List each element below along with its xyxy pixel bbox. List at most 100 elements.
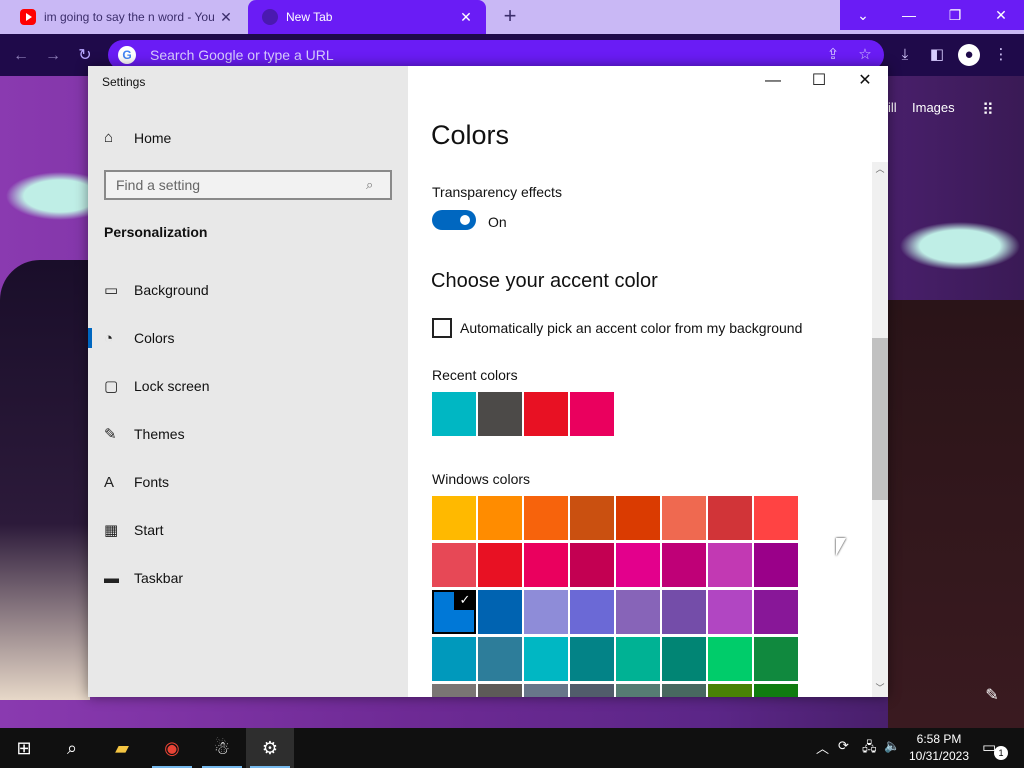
sidebar-item-background[interactable]: ▭ Background <box>88 270 408 310</box>
back-icon[interactable]: ← <box>10 45 32 67</box>
download-icon[interactable]: ⤓ <box>894 44 916 66</box>
sidebar-item-themes[interactable]: ✎ Themes <box>88 414 408 454</box>
windows-color-swatch[interactable] <box>524 684 568 697</box>
minimize-icon[interactable]: — <box>750 66 796 96</box>
scrollbar-thumb[interactable] <box>872 338 888 500</box>
new-tab-button[interactable]: + <box>498 5 522 29</box>
reload-icon[interactable]: ↻ <box>74 45 96 67</box>
windows-color-swatch[interactable] <box>432 543 476 587</box>
windows-color-swatch[interactable] <box>432 684 476 697</box>
windows-color-swatch[interactable] <box>570 496 614 540</box>
windows-color-swatch[interactable] <box>754 684 798 697</box>
windows-color-swatch[interactable] <box>708 590 752 634</box>
close-tab-icon[interactable]: ✕ <box>454 9 478 26</box>
windows-color-swatch[interactable] <box>662 543 706 587</box>
close-tab-icon[interactable]: ✕ <box>214 9 238 26</box>
share-icon[interactable]: ⇪ <box>822 44 844 66</box>
sidebar-item-colors[interactable]: ◔ Colors <box>88 318 408 358</box>
forward-icon[interactable]: → <box>42 45 64 67</box>
windows-color-swatch[interactable] <box>478 590 522 634</box>
windows-color-swatch[interactable] <box>478 684 522 697</box>
images-link[interactable]: Images <box>912 100 955 115</box>
minimize-browser-icon[interactable]: — <box>886 0 932 30</box>
search-icon[interactable]: ⌕ <box>48 728 96 768</box>
taskbar-clock[interactable]: 6:58 PM 10/31/2023 <box>904 731 974 765</box>
home-link[interactable]: ⌂ Home <box>104 129 171 146</box>
windows-color-swatch[interactable] <box>524 543 568 587</box>
network-icon[interactable]: 🖧 <box>862 738 877 760</box>
close-browser-icon[interactable]: ✕ <box>978 0 1024 30</box>
apps-grid-icon[interactable]: ⠿ <box>982 100 994 120</box>
start-button-windows-icon[interactable]: ⊞ <box>0 728 48 768</box>
auto-accent-label[interactable]: Automatically pick an accent color from … <box>460 320 802 336</box>
volume-muted-icon[interactable]: 🔈 <box>884 738 900 754</box>
windows-color-swatch[interactable] <box>662 590 706 634</box>
recent-color-swatch[interactable] <box>570 392 614 436</box>
app-icon[interactable]: ☃ <box>198 728 246 768</box>
sidebar-item-fonts[interactable]: A Fonts <box>88 462 408 502</box>
windows-color-swatch[interactable] <box>616 684 660 697</box>
windows-color-swatch[interactable] <box>754 590 798 634</box>
new-tab-favicon-icon <box>262 9 278 25</box>
windows-color-swatch[interactable] <box>708 496 752 540</box>
windows-color-swatch[interactable]: ✓ <box>432 590 476 634</box>
scroll-down-icon[interactable]: ﹀ <box>872 681 888 695</box>
side-panel-icon[interactable]: ◧ <box>926 44 948 66</box>
windows-color-swatch[interactable] <box>570 543 614 587</box>
customize-pen-icon[interactable]: ✎ <box>980 684 1004 708</box>
bookmark-star-icon[interactable]: ☆ <box>854 44 876 66</box>
windows-color-swatch[interactable] <box>478 543 522 587</box>
close-icon[interactable]: ✕ <box>842 66 888 96</box>
auto-accent-checkbox[interactable] <box>432 318 452 338</box>
transparency-toggle[interactable] <box>432 210 476 230</box>
windows-color-swatch[interactable] <box>616 590 660 634</box>
windows-color-swatch[interactable] <box>432 496 476 540</box>
settings-gear-icon[interactable]: ⚙ <box>246 728 294 768</box>
sidebar-item-start[interactable]: ▦ Start <box>88 510 408 550</box>
windows-color-swatch[interactable] <box>662 684 706 697</box>
tab-youtube[interactable]: im going to say the n word - You ✕ <box>0 0 246 34</box>
windows-color-swatch[interactable] <box>478 496 522 540</box>
tab-search-icon[interactable]: ⌄ <box>840 0 886 30</box>
chrome-icon[interactable]: ◉ <box>148 728 196 768</box>
windows-color-swatch[interactable] <box>662 637 706 681</box>
sidebar-item-lock-screen[interactable]: ▢ Lock screen <box>88 366 408 406</box>
windows-color-swatch[interactable] <box>524 637 568 681</box>
profile-avatar-icon[interactable]: ● <box>958 44 980 66</box>
windows-color-swatch[interactable] <box>616 637 660 681</box>
sidebar-item-taskbar[interactable]: ▬ Taskbar <box>88 558 408 598</box>
windows-color-swatch[interactable] <box>570 637 614 681</box>
restore-browser-icon[interactable]: ❐ <box>932 0 978 30</box>
windows-color-swatch[interactable] <box>662 496 706 540</box>
find-setting-search[interactable]: ⌕ <box>104 170 392 200</box>
recent-color-swatch[interactable] <box>524 392 568 436</box>
tab-new-tab[interactable]: New Tab ✕ <box>248 0 486 34</box>
windows-color-swatch[interactable] <box>754 543 798 587</box>
scroll-up-icon[interactable]: ︿ <box>872 162 888 176</box>
windows-color-swatch[interactable] <box>524 496 568 540</box>
sync-icon[interactable]: ⟳ <box>838 738 849 754</box>
gmail-link[interactable]: ill <box>888 100 897 115</box>
home-icon: ⌂ <box>104 129 114 146</box>
recent-color-swatch[interactable] <box>478 392 522 436</box>
windows-color-swatch[interactable] <box>432 637 476 681</box>
windows-color-swatch[interactable] <box>616 543 660 587</box>
windows-color-swatch[interactable] <box>754 637 798 681</box>
hidden-icons-chevron-icon[interactable]: ︿ <box>816 738 829 757</box>
file-explorer-icon[interactable]: ▰ <box>98 728 146 768</box>
windows-color-swatch[interactable] <box>754 496 798 540</box>
recent-color-swatch[interactable] <box>432 392 476 436</box>
menu-kebab-icon[interactable]: ⋮ <box>990 44 1012 66</box>
windows-color-swatch[interactable] <box>708 637 752 681</box>
windows-color-swatch[interactable] <box>570 590 614 634</box>
windows-color-swatch[interactable] <box>708 543 752 587</box>
windows-color-swatch[interactable] <box>616 496 660 540</box>
action-center-icon[interactable]: ▭ 1 <box>982 738 1008 760</box>
start-icon: ▦ <box>104 522 119 539</box>
windows-color-swatch[interactable] <box>708 684 752 697</box>
windows-color-swatch[interactable] <box>570 684 614 697</box>
search-input[interactable] <box>106 172 366 198</box>
windows-color-swatch[interactable] <box>524 590 568 634</box>
maximize-icon[interactable]: ☐ <box>796 66 842 96</box>
windows-color-swatch[interactable] <box>478 637 522 681</box>
